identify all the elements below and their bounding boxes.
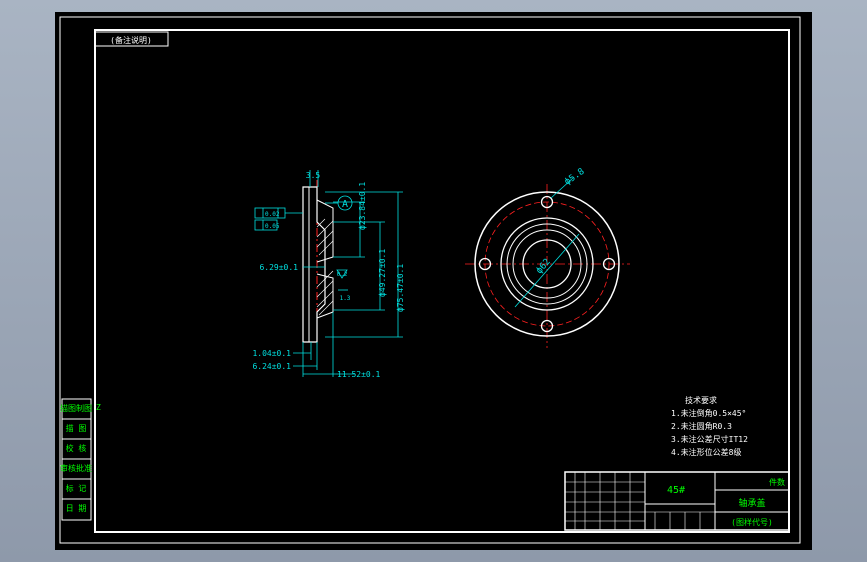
side-label-5: 标 记 [66,483,87,493]
section-view: 3.5 0.02 0.05 A ф23.84±0.1 ф49.27±0.1 ф7… [252,170,405,379]
dim-pcd: ф62 [535,257,553,276]
side-label-3: 校 核 [66,443,87,453]
part-name: 轴承盖 [738,497,765,509]
tech-req-item-1: 1.未注倒角0.5×45° [671,408,746,418]
stamp-label: (备注说明) [110,35,152,45]
stamp-box: (备注说明) [94,31,169,47]
dim-step: 6.29±0.1 [259,263,298,272]
side-label-1: 描图制图 [60,403,92,413]
dim-small-a: 0.2 [337,271,348,278]
dim-mid-diameter: ф49.27±0.1 [378,249,387,297]
side-label-2: 描 图 [66,423,87,433]
tech-req-item-2: 2.未注圆角R0.3 [671,421,732,431]
tol-2: 0.05 [265,223,280,230]
dim-width: 11.52±0.1 [337,370,381,379]
drawing-canvas: (备注说明) 描图制图 描 图 校 核 审核批准 标 记 日 期 Z 3.5 0… [59,16,801,544]
tol-1: 0.02 [265,211,280,218]
dim-inner-diameter: ф23.84±0.1 [358,182,367,230]
dim-top-small: 3.5 [306,171,321,180]
dim-outer-diameter: ф75.47±0.1 [396,264,405,312]
drawing-code: (图样代号) [731,517,773,527]
dim-t1: 1.04±0.1 [252,349,291,358]
dim-small-b: 1.3 [340,295,351,302]
title-block: 45# 轴承盖 件数 (图样代号) [564,471,790,531]
dim-t2: 6.24±0.1 [252,362,291,371]
technical-requirements: 技术要求 1.未注倒角0.5×45° 2.未注圆角R0.3 3.未注公差尺寸IT… [671,395,748,457]
tech-req-item-3: 3.未注公差尺寸IT12 [671,434,748,444]
front-view: ф5.8 ф62 [465,167,630,348]
material-label: 45# [667,485,685,496]
side-label-4: 审核批准 [60,463,92,473]
title-top-right: 件数 [769,477,785,487]
datum-label: A [342,199,348,210]
cad-drawing-viewport[interactable]: (备注说明) 描图制图 描 图 校 核 审核批准 标 记 日 期 Z 3.5 0… [55,12,812,550]
side-label-6: 日 期 [66,504,87,513]
side-note: Z [96,403,101,412]
tech-req-title: 技术要求 [685,395,717,405]
outer-frame [59,16,801,544]
dim-hole: ф5.8 [563,167,587,188]
tech-req-item-4: 4.未注形位公差8级 [671,447,741,457]
